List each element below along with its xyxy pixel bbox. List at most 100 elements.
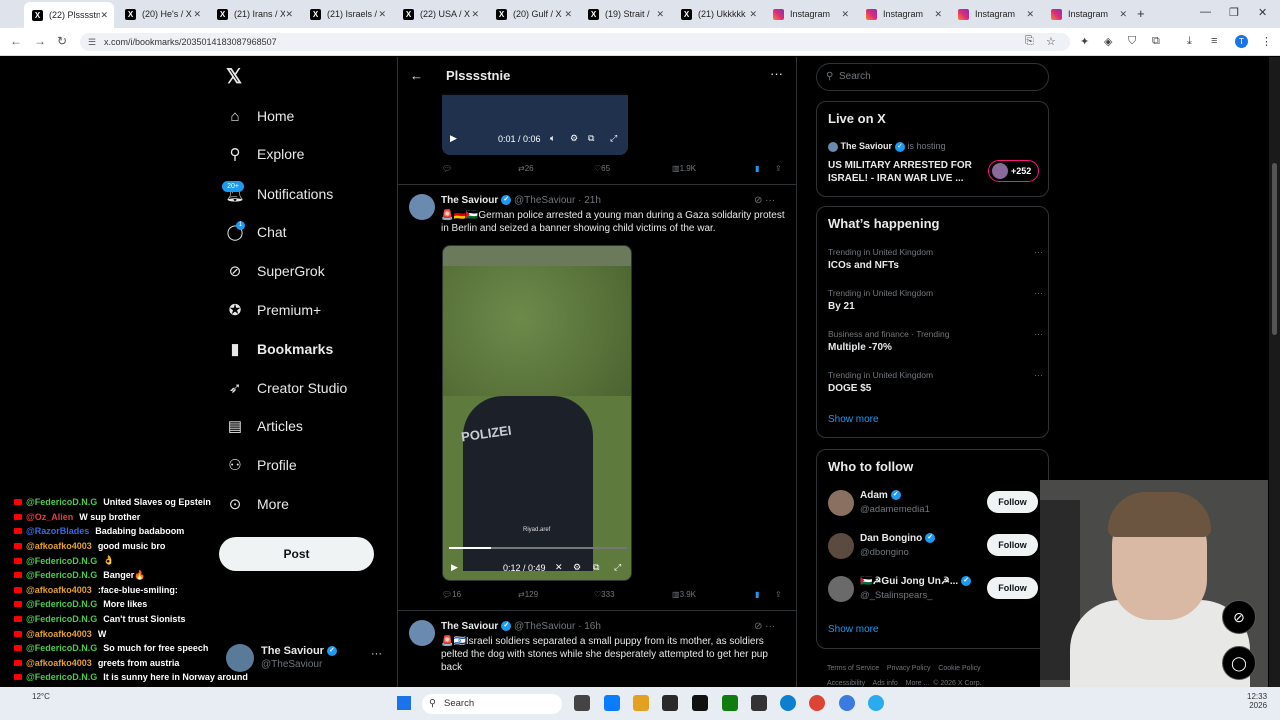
close-icon[interactable]: ✕ bbox=[100, 10, 108, 21]
footer-link[interactable]: More ... bbox=[906, 680, 930, 687]
close-icon[interactable]: ✕ bbox=[749, 9, 757, 20]
settings-icon[interactable]: ⚙ bbox=[570, 133, 578, 144]
nav-home[interactable]: ⌂ Home bbox=[226, 104, 294, 128]
nav-explore[interactable]: ⚲ Explore bbox=[226, 142, 305, 166]
video-progress[interactable] bbox=[449, 547, 627, 549]
forward-icon[interactable]: → bbox=[34, 34, 46, 48]
pip-icon[interactable]: ⧉ bbox=[588, 133, 594, 144]
live-host[interactable]: The Saviour ✓ is hosting bbox=[828, 141, 946, 152]
app-icon[interactable] bbox=[692, 695, 708, 711]
xbox-icon[interactable] bbox=[722, 695, 738, 711]
nav-creator-studio[interactable]: ➶ Creator Studio bbox=[226, 376, 348, 400]
browser-tab[interactable]: Instagram ✕ bbox=[950, 4, 1040, 24]
close-window-icon[interactable]: ✕ bbox=[1258, 6, 1267, 19]
close-icon[interactable]: ✕ bbox=[378, 9, 386, 20]
telegram-icon[interactable] bbox=[868, 695, 884, 711]
reply-icon[interactable]: 💬︎ bbox=[442, 164, 452, 173]
avatar[interactable] bbox=[409, 194, 435, 220]
repost-button[interactable]: ⇄ 26 bbox=[518, 164, 534, 173]
nav-chat[interactable]: ◯ Chat bbox=[226, 220, 287, 244]
more-icon[interactable]: ··· bbox=[371, 648, 382, 660]
browser-tab[interactable]: X (21) Ukkkkk ✕ bbox=[673, 4, 763, 24]
browser-tab[interactable]: X (22) Plsssstn ✕ bbox=[24, 2, 114, 28]
edge-icon[interactable] bbox=[780, 695, 796, 711]
footer-link[interactable]: Accessibility bbox=[827, 680, 865, 687]
chrome-icon[interactable] bbox=[839, 695, 855, 711]
task-view-icon[interactable] bbox=[574, 695, 590, 711]
nav-articles[interactable]: ▤ Articles bbox=[226, 414, 303, 438]
file-explorer-icon[interactable] bbox=[633, 695, 649, 711]
follow-button[interactable]: Follow bbox=[987, 577, 1038, 599]
more-icon[interactable]: ··· bbox=[1034, 288, 1043, 298]
back-arrow-icon[interactable]: ← bbox=[410, 68, 423, 83]
minimize-icon[interactable]: — bbox=[1200, 6, 1211, 18]
grok-button[interactable]: ⊘ bbox=[1222, 600, 1256, 634]
more-icon[interactable]: ··· bbox=[1034, 329, 1043, 339]
url-field[interactable]: ☰ x.com/i/bookmarks/2035014183087968507 bbox=[80, 33, 1070, 51]
grok-icon[interactable]: ⊘ ··· bbox=[754, 621, 775, 632]
follow-button[interactable]: Follow bbox=[987, 491, 1038, 513]
like-button[interactable]: ♡ 333 bbox=[594, 590, 615, 599]
star-icon[interactable]: ☆ bbox=[1046, 35, 1056, 48]
close-icon[interactable]: ✕ bbox=[285, 9, 293, 20]
close-icon[interactable]: ✕ bbox=[564, 9, 572, 20]
app-icon[interactable] bbox=[604, 695, 620, 711]
nav-supergrok[interactable]: ⊘ SuperGrok bbox=[226, 259, 325, 283]
search-input[interactable]: ⚲ Search bbox=[816, 63, 1049, 91]
weather-widget[interactable]: 12°C bbox=[32, 692, 50, 701]
app-icon[interactable] bbox=[751, 695, 767, 711]
trend-item[interactable]: Trending in United Kingdom DOGE $5 ··· bbox=[828, 370, 1043, 394]
nav-more[interactable]: ⊙ More bbox=[226, 492, 289, 516]
install-icon[interactable]: ⎘ bbox=[1025, 35, 1034, 48]
browser-tab[interactable]: Instagram ✕ bbox=[1043, 4, 1133, 24]
show-more-link[interactable]: Show more bbox=[828, 624, 879, 635]
views-button[interactable]: ▥ 3.9K bbox=[672, 590, 696, 599]
footer-link[interactable]: Terms of Service bbox=[827, 665, 879, 672]
more-icon[interactable]: ··· bbox=[1034, 370, 1043, 380]
close-icon[interactable]: ✕ bbox=[1119, 9, 1127, 20]
pip-icon[interactable]: ⧉ bbox=[593, 562, 599, 573]
nav-bookmarks[interactable]: ▮ Bookmarks bbox=[226, 337, 333, 361]
mute-icon[interactable]: ✕ bbox=[555, 562, 563, 573]
follow-suggestion[interactable]: Adam ✓ @adamemedia1 Follow bbox=[828, 490, 1043, 520]
repost-button[interactable]: ⇄ 129 bbox=[518, 590, 538, 599]
nav-profile[interactable]: ⚇ Profile bbox=[226, 453, 296, 477]
taskbar-search[interactable]: ⚲ Search bbox=[422, 694, 562, 714]
like-button[interactable]: ♡ 65 bbox=[594, 164, 610, 173]
listener-count[interactable]: +252 bbox=[988, 160, 1039, 182]
follow-suggestion[interactable]: Dan Bongino ✓ @dbongino Follow bbox=[828, 533, 1043, 563]
volume-icon[interactable]: 🔈︎ bbox=[550, 133, 555, 144]
browser-tab[interactable]: Instagram ✕ bbox=[858, 4, 948, 24]
settings-icon[interactable]: ⚙ bbox=[573, 562, 581, 573]
browser-tab[interactable]: X (22) USA / X ✕ bbox=[395, 4, 485, 24]
close-icon[interactable]: ✕ bbox=[471, 9, 479, 20]
download-icon[interactable]: ⤓ bbox=[1187, 35, 1192, 48]
close-icon[interactable]: ✕ bbox=[934, 9, 942, 20]
browser-tab[interactable]: X (21) Irans / X ✕ bbox=[209, 4, 299, 24]
extension-icon[interactable]: ◈ bbox=[1104, 35, 1112, 48]
close-icon[interactable]: ✕ bbox=[841, 9, 849, 20]
more-icon[interactable]: ··· bbox=[1034, 247, 1043, 257]
play-icon[interactable]: ▶ bbox=[451, 562, 458, 573]
shield-icon[interactable]: ⛉ bbox=[1128, 35, 1136, 48]
fullscreen-icon[interactable]: ⤢ bbox=[614, 562, 621, 573]
menu-icon[interactable]: ⋮ bbox=[1261, 35, 1272, 48]
play-icon[interactable]: ▶ bbox=[450, 133, 457, 144]
share-icon[interactable]: ⇪ bbox=[775, 164, 782, 173]
site-settings-icon[interactable]: ☰ bbox=[88, 33, 96, 51]
close-icon[interactable]: ✕ bbox=[1026, 9, 1034, 20]
back-icon[interactable]: ← bbox=[10, 34, 22, 48]
share-icon[interactable]: ⇪ bbox=[775, 590, 782, 599]
trend-item[interactable]: Trending in United Kingdom ICOs and NFTs ·… bbox=[828, 247, 1043, 271]
footer-link[interactable]: Ads info bbox=[873, 680, 898, 687]
reply-button[interactable]: 💬︎ 16 bbox=[442, 590, 461, 599]
browser-tab[interactable]: X (20) Gulf / X ✕ bbox=[488, 4, 578, 24]
views-button[interactable]: ▥ 1.9K bbox=[672, 164, 696, 173]
post-button[interactable]: Post bbox=[219, 537, 374, 571]
close-icon[interactable]: ✕ bbox=[656, 9, 664, 20]
browser-tab[interactable]: X (20) He's / X ✕ bbox=[117, 4, 207, 24]
chrome-icon[interactable] bbox=[809, 695, 825, 711]
account-switcher[interactable]: The Saviour ✓ @TheSaviour ··· bbox=[226, 640, 386, 680]
post-author[interactable]: The Saviour ✓ @TheSaviour · 16h bbox=[441, 621, 601, 632]
windows-start-icon[interactable] bbox=[397, 696, 411, 710]
